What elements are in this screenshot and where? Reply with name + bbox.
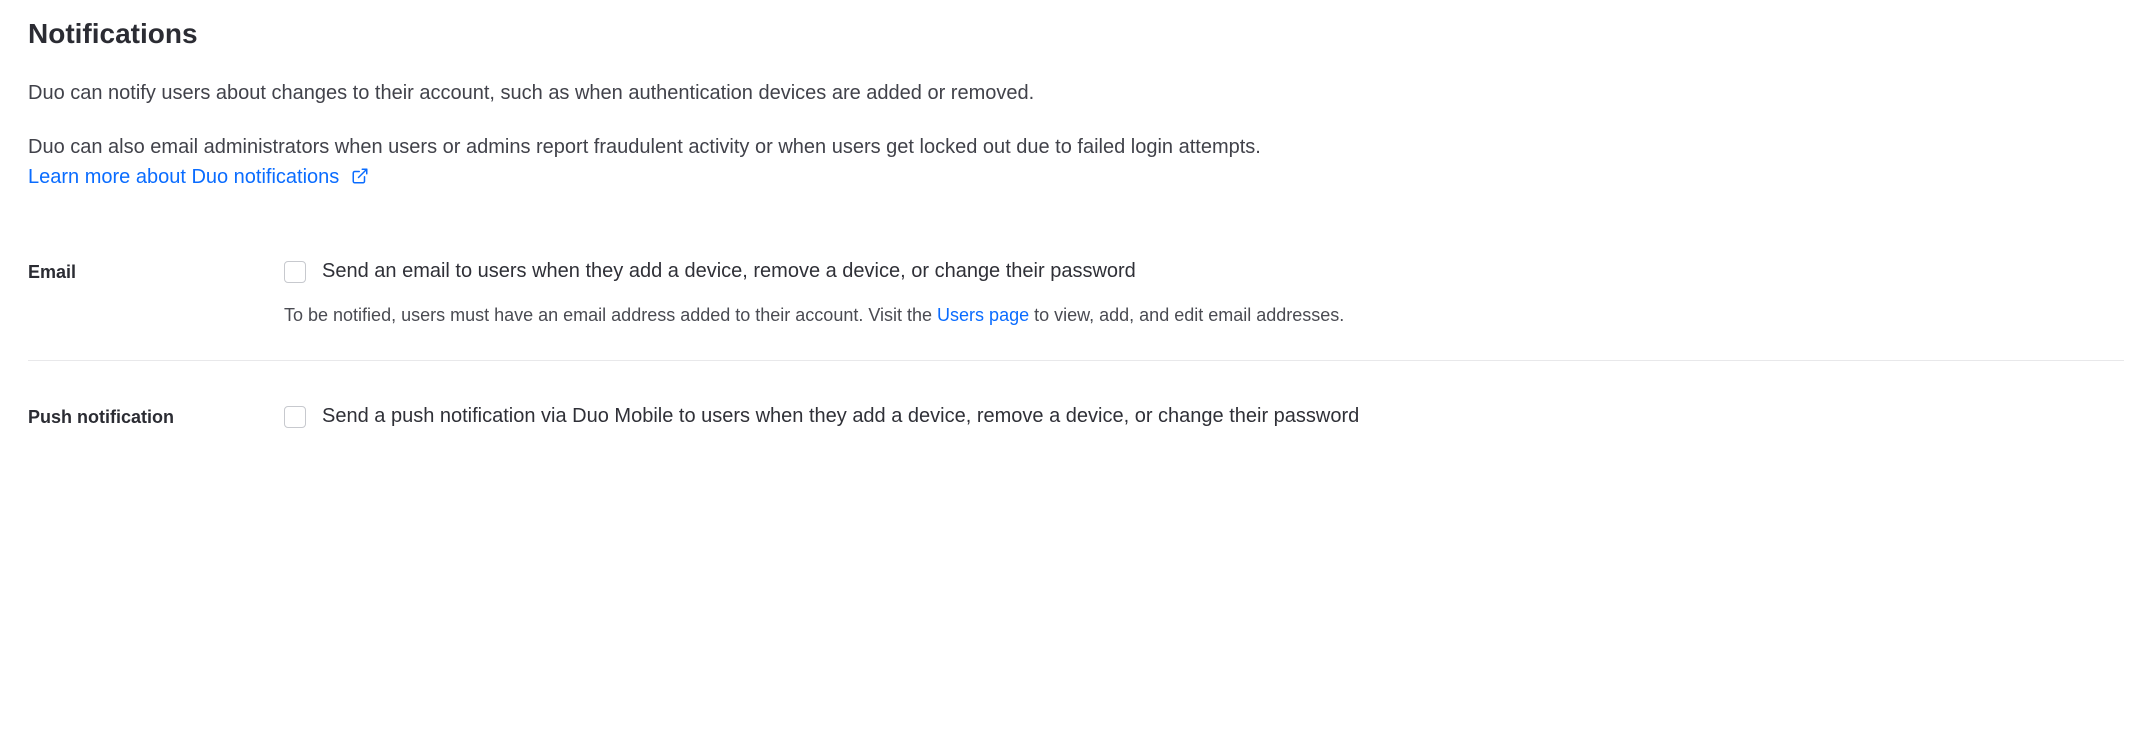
email-checkbox-label: Send an email to users when they add a d… [322, 260, 1136, 283]
setting-body-push: Send a push notification via Duo Mobile … [284, 405, 2124, 428]
notifications-section: Notifications Duo can notify users about… [0, 0, 2152, 502]
push-checkbox-line: Send a push notification via Duo Mobile … [284, 405, 2124, 428]
external-link-icon [351, 164, 369, 194]
email-checkbox[interactable] [284, 261, 306, 283]
email-checkbox-line: Send an email to users when they add a d… [284, 260, 2124, 283]
intro-paragraph-1: Duo can notify users about changes to th… [28, 78, 2124, 108]
intro-paragraph-2: Duo can also email administrators when u… [28, 132, 2124, 194]
users-page-link[interactable]: Users page [937, 305, 1029, 325]
learn-more-link[interactable]: Learn more about Duo notifications [28, 166, 369, 188]
section-title: Notifications [28, 18, 2124, 50]
learn-more-text: Learn more about Duo notifications [28, 166, 339, 188]
settings-list: Email Send an email to users when they a… [28, 242, 2124, 462]
setting-label-email: Email [28, 260, 284, 283]
email-helper-text: To be notified, users must have an email… [284, 305, 2124, 326]
push-checkbox-label: Send a push notification via Duo Mobile … [322, 405, 1359, 428]
intro-text-2: Duo can also email administrators when u… [28, 136, 1261, 158]
setting-label-push: Push notification [28, 405, 284, 428]
setting-row-push: Push notification Send a push notificati… [28, 360, 2124, 462]
push-checkbox[interactable] [284, 406, 306, 428]
email-helper-post: to view, add, and edit email addresses. [1029, 305, 1344, 325]
setting-body-email: Send an email to users when they add a d… [284, 260, 2124, 326]
email-helper-pre: To be notified, users must have an email… [284, 305, 937, 325]
setting-row-email: Email Send an email to users when they a… [28, 242, 2124, 360]
